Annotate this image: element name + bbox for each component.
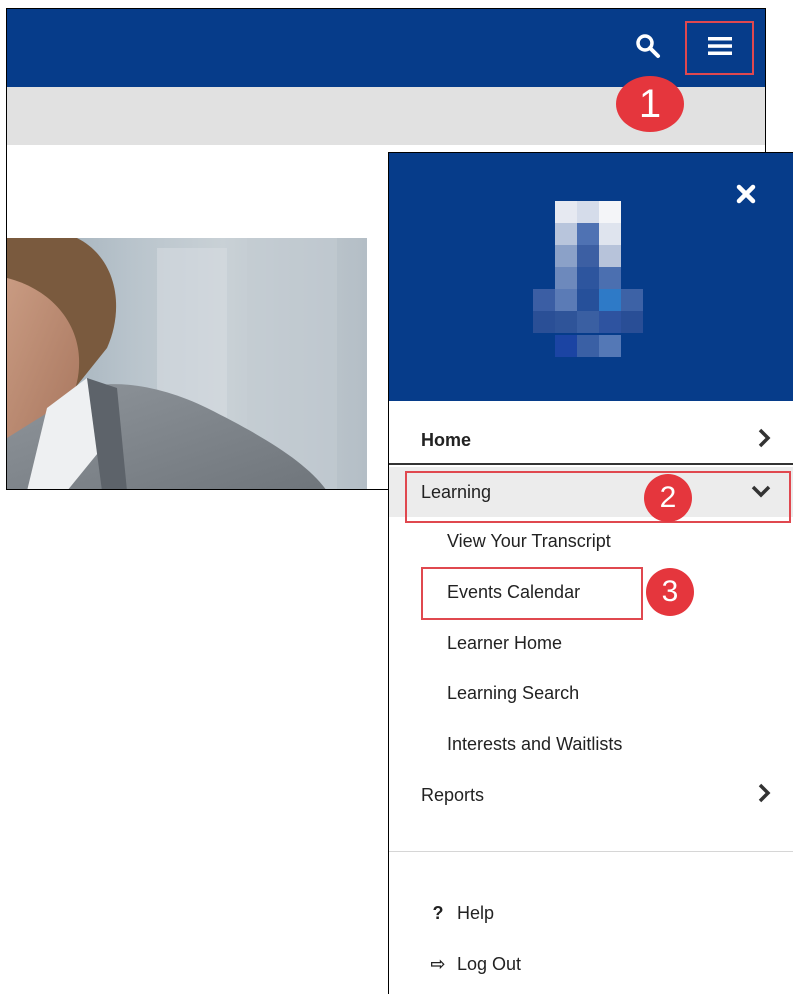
logout-link[interactable]: ⇨ Log Out [389, 948, 793, 980]
menu-header [389, 153, 793, 401]
submenu-learning-search[interactable]: Learning Search [447, 683, 579, 704]
close-icon [736, 184, 756, 209]
step-1-badge: 1 [616, 76, 684, 132]
user-avatar [519, 193, 669, 373]
submenu-interests-and-waitlists[interactable]: Interests and Waitlists [447, 734, 622, 755]
step-3-badge: 3 [646, 568, 694, 616]
menu-item-home-label: Home [421, 429, 472, 450]
learning-highlight-box [405, 471, 791, 523]
logout-label: Log Out [457, 953, 522, 974]
submenu-learner-home[interactable]: Learner Home [447, 633, 562, 654]
menu-item-reports-label: Reports [421, 784, 485, 805]
menu-item-reports[interactable]: Reports [389, 775, 793, 815]
logout-icon: ⇨ [430, 953, 446, 974]
step-2-badge: 2 [644, 474, 692, 522]
hamburger-menu-button[interactable] [685, 21, 754, 75]
events-calendar-highlight-box [421, 567, 643, 620]
hero-photo [7, 238, 367, 489]
search-icon[interactable] [635, 33, 661, 59]
side-menu-panel: Home Learning View Your Transcript Event… [388, 152, 793, 994]
close-menu-button[interactable] [733, 183, 759, 209]
help-link[interactable]: ? Help [389, 897, 793, 929]
footer-divider [389, 851, 793, 852]
help-label: Help [457, 902, 495, 923]
divider [389, 463, 793, 465]
question-icon: ? [432, 902, 444, 923]
menu-item-home[interactable]: Home [389, 415, 793, 465]
submenu-view-your-transcript[interactable]: View Your Transcript [447, 531, 611, 552]
chevron-right-icon [757, 428, 771, 453]
hamburger-menu-icon [707, 36, 732, 61]
chevron-right-icon [757, 783, 771, 808]
